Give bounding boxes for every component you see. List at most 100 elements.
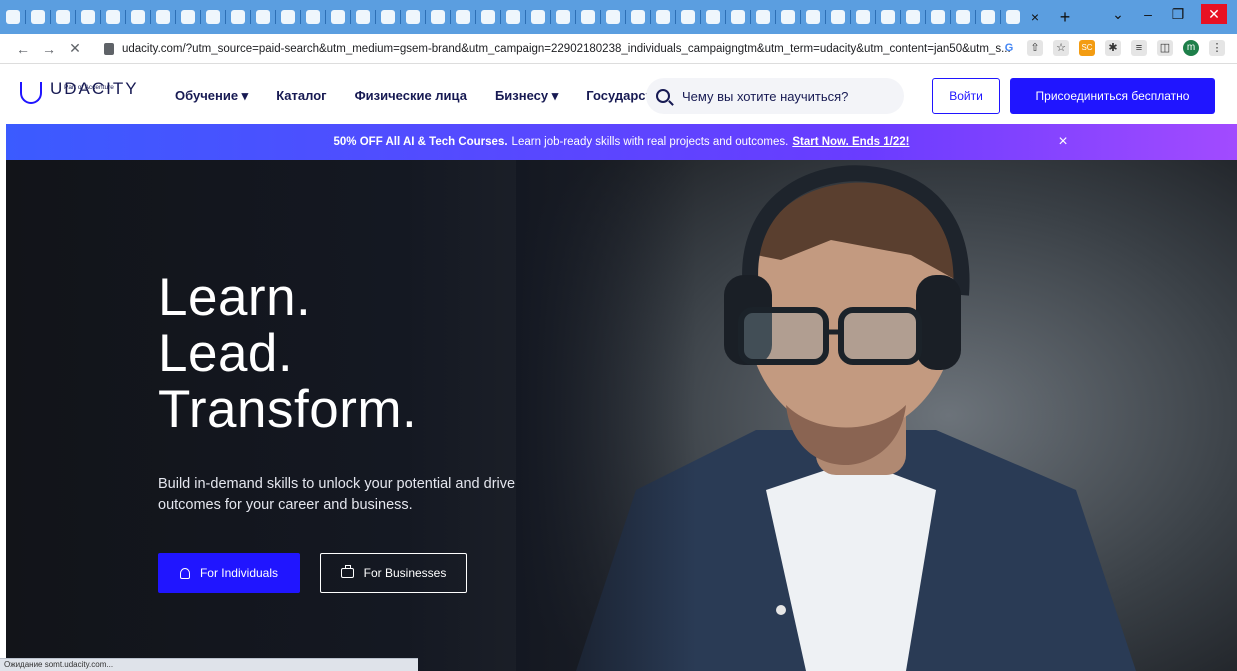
tab-separator [700,10,701,24]
tab-favicon-icon[interactable] [206,10,220,24]
tab-favicon-icon[interactable] [756,10,770,24]
tab-favicon-icon[interactable] [656,10,670,24]
nav-item-individuals[interactable]: Физические лица [355,88,467,104]
tab-favicon-icon[interactable] [56,10,70,24]
tab-favicon-icon[interactable] [831,10,845,24]
tab-favicon-icon[interactable] [931,10,945,24]
profile-avatar[interactable]: m [1183,40,1199,56]
tab-favicon-icon[interactable] [456,10,470,24]
hero-title-line: Lead. [158,324,294,383]
nav-item-government[interactable]: Государст [586,88,652,104]
hero-section: Learn. Lead. Transform. Build in-demand … [6,160,1237,671]
nav-item-business[interactable]: Бизнесу ▾ [495,88,558,104]
tab-favicon-icon[interactable] [181,10,195,24]
tab-favicon-icon[interactable] [881,10,895,24]
tab-separator [550,10,551,24]
promo-close-icon[interactable]: × [1055,133,1071,151]
share-icon[interactable]: ⇧ [1027,40,1043,56]
person-icon [179,567,190,579]
tab-favicon-icon[interactable] [481,10,495,24]
search-icon [656,89,670,103]
tab-separator [225,10,226,24]
hero-subtitle: Build in-demand skills to unlock your po… [158,476,516,513]
tab-separator [775,10,776,24]
promo-link[interactable]: Start Now. Ends 1/22! [792,136,909,148]
tab-favicon-icon[interactable] [581,10,595,24]
search-input[interactable]: Чему вы хотите научиться? [646,78,904,114]
tab-favicon-icon[interactable] [131,10,145,24]
tab-separator [125,10,126,24]
tab-favicon-icon[interactable] [606,10,620,24]
hero-title: Learn. Lead. Transform. [158,270,417,438]
for-individuals-label: For Individuals [199,566,279,580]
tab-favicon-icon[interactable] [806,10,820,24]
stop-loading-button[interactable]: ✕ [66,40,84,57]
tab-favicon-icon[interactable] [531,10,545,24]
login-button[interactable]: Войти [932,78,1000,114]
tab-close-icon[interactable]: × [1028,9,1042,25]
status-bar: Ожидание somt.udacity.com... [0,658,418,671]
tab-favicon-icon[interactable] [731,10,745,24]
maximize-button[interactable]: ❐ [1171,6,1185,23]
url-text[interactable]: udacity.com/?utm_source=paid-search&utm_… [122,43,1011,55]
tab-favicon-icon[interactable] [1006,10,1020,24]
address-bar[interactable]: udacity.com/?utm_source=paid-search&utm_… [104,36,1037,62]
extensions-puzzle-icon[interactable]: ✱ [1105,40,1121,56]
tab-separator [75,10,76,24]
tab-separator [350,10,351,24]
lock-icon[interactable] [104,43,114,55]
tab-favicon-icon[interactable] [706,10,720,24]
tab-favicon-icon[interactable] [781,10,795,24]
minimize-button[interactable]: – [1141,6,1155,22]
reading-list-icon[interactable]: ≡ [1131,40,1147,56]
google-lens-icon[interactable]: G [1001,40,1017,56]
tab-search-chevron-icon[interactable]: ⌄ [1111,6,1125,23]
tab-favicon-icon[interactable] [281,10,295,24]
for-businesses-button[interactable]: For Businesses [320,553,467,593]
nav-item-learning[interactable]: Обучение ▾ [175,88,248,104]
tab-favicon-icon[interactable] [331,10,345,24]
menu-icon[interactable]: ⋮ [1209,40,1225,56]
tab-favicon-icon[interactable] [631,10,645,24]
tab-favicon-icon[interactable] [106,10,120,24]
promo-banner: 50% OFF All AI & Tech Courses. Learn job… [6,124,1237,160]
tab-separator [200,10,201,24]
tab-favicon-icon[interactable] [31,10,45,24]
tab-favicon-icon[interactable] [306,10,320,24]
extension-sc-icon[interactable]: SC [1079,40,1095,56]
tab-separator [825,10,826,24]
tab-favicon-icon[interactable] [981,10,995,24]
tab-favicon-icon[interactable] [256,10,270,24]
tab-favicon-icon[interactable] [6,10,20,24]
tab-favicon-icon[interactable] [356,10,370,24]
tab-separator [500,10,501,24]
tab-favicon-icon[interactable] [406,10,420,24]
back-button[interactable]: ← [14,41,32,57]
tab-favicon-icon[interactable] [856,10,870,24]
close-window-button[interactable]: ✕ [1201,4,1227,24]
side-panel-icon[interactable]: ◫ [1157,40,1173,56]
for-individuals-button[interactable]: For Individuals [158,553,300,593]
nav-item-catalog[interactable]: Каталог [276,88,326,104]
new-tab-button[interactable]: + [1056,7,1074,28]
window-controls: ⌄ – ❐ ✕ [1111,4,1227,24]
tab-favicon-icon[interactable] [956,10,970,24]
tab-separator [575,10,576,24]
tab-separator [50,10,51,24]
tab-favicon-icon[interactable] [81,10,95,24]
tab-favicon-icon[interactable] [556,10,570,24]
tab-separator [925,10,926,24]
bookmark-star-icon[interactable]: ☆ [1053,40,1069,56]
tab-favicon-icon[interactable] [431,10,445,24]
tab-favicon-icon[interactable] [381,10,395,24]
join-free-button[interactable]: Присоединиться бесплатно [1010,78,1215,114]
tab-favicon-icon[interactable] [906,10,920,24]
forward-button[interactable]: → [40,41,58,57]
for-businesses-label: For Businesses [363,566,447,580]
tab-favicon-icon[interactable] [231,10,245,24]
tab-favicon-icon[interactable] [506,10,520,24]
tab-favicon-icon[interactable] [156,10,170,24]
tab-separator [600,10,601,24]
tab-separator [250,10,251,24]
tab-favicon-icon[interactable] [681,10,695,24]
